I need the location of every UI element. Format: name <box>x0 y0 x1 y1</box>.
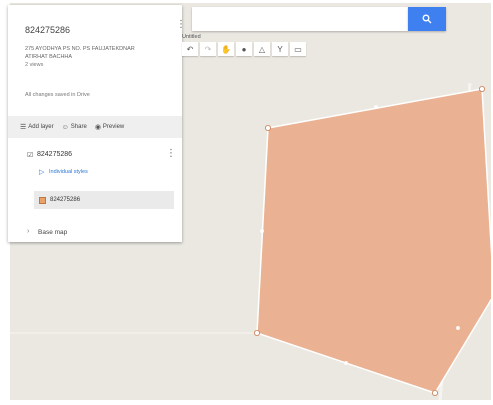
undo-icon: ↶ <box>186 44 194 54</box>
undo-button[interactable]: ↶ <box>182 42 198 56</box>
map-description-line1: 275 AYODHYA PS NO. PS FAUJATEKDNAR <box>25 46 135 52</box>
chevron-right-icon[interactable]: › <box>27 228 29 235</box>
layer-checkbox[interactable]: ☑ <box>27 151 33 159</box>
directions-button[interactable]: Υ <box>272 42 288 56</box>
midpoint-handle[interactable] <box>456 326 460 330</box>
search-button[interactable] <box>408 7 446 31</box>
midpoint-handle[interactable] <box>344 361 348 365</box>
feature-name: 824275286 <box>50 197 81 203</box>
feature-list-item[interactable]: 824275286 <box>34 191 174 209</box>
add-layer-button[interactable]: ☰ Add layer <box>20 123 54 131</box>
search-input[interactable] <box>192 7 408 31</box>
map-title[interactable]: 824275286 <box>25 25 70 35</box>
vertex-handle[interactable] <box>264 125 271 132</box>
midpoint-handle[interactable] <box>374 105 378 109</box>
share-label: Share <box>70 124 87 130</box>
paint-roller-icon: ▷ <box>39 169 45 176</box>
search-icon <box>422 14 432 24</box>
layer-name[interactable]: 824275286 <box>37 151 72 158</box>
more-vert-icon[interactable]: ⋮ <box>176 20 186 30</box>
select-tool-button[interactable]: ✋ <box>218 42 234 56</box>
layer-more-vert-icon[interactable]: ⋮ <box>166 148 176 159</box>
draw-toolbar-label: Untitled <box>182 34 201 40</box>
share-button[interactable]: ☺ Share <box>62 124 87 131</box>
draw-line-button[interactable]: △ <box>254 42 270 56</box>
add-marker-button[interactable]: ● <box>236 42 252 56</box>
redo-icon: ↷ <box>204 44 212 54</box>
eye-icon: ◉ <box>94 124 101 131</box>
person-add-icon: ☺ <box>61 123 69 131</box>
individual-styles-link[interactable]: Individual styles <box>49 169 88 175</box>
measure-button[interactable]: ▭ <box>290 42 306 56</box>
draw-toolbar: ↶ ↷ ✋ ● △ Υ ▭ <box>182 42 306 56</box>
marker-icon: ● <box>241 44 247 54</box>
preview-button[interactable]: ◉ Preview <box>95 123 124 131</box>
preview-label: Preview <box>102 124 125 130</box>
vertex-handle[interactable] <box>431 389 438 396</box>
views-count: 2 views <box>25 62 44 68</box>
vertex-handle[interactable] <box>253 329 260 336</box>
save-status: All changes saved in Drive <box>25 92 90 98</box>
ruler-icon: ▭ <box>294 44 302 54</box>
vertex-handle[interactable] <box>478 86 485 93</box>
hand-icon: ✋ <box>221 44 231 54</box>
map-description-line2: ATIRHAT BACHHA <box>25 54 73 60</box>
add-layer-label: Add layer <box>28 124 54 130</box>
panel-toolbar: ☰ Add layer ☺ Share ◉ Preview <box>8 116 182 138</box>
redo-button[interactable]: ↷ <box>200 42 216 56</box>
directions-icon: Υ <box>277 44 283 54</box>
midpoint-handle[interactable] <box>260 229 264 233</box>
polyline-icon: △ <box>258 44 266 54</box>
polygon-feature-icon <box>39 196 46 204</box>
base-map-toggle[interactable]: Base map <box>38 229 67 236</box>
drawn-polygon[interactable] <box>256 88 491 394</box>
add-layer-icon: ☰ <box>20 124 27 131</box>
